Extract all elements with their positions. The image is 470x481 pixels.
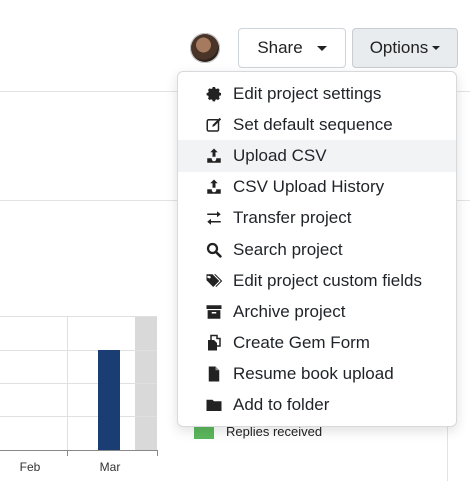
menu-item-label: Search project [233,239,343,259]
chevron-down-icon [316,45,327,51]
avatar[interactable] [190,33,220,63]
menu-item-label: Transfer project [233,208,352,228]
upload-icon [205,177,227,197]
menu-item-label: CSV Upload History [233,177,385,197]
options-button-label: Options [369,38,429,57]
menu-item-label: Add to folder [233,395,330,415]
chart-grid [0,316,157,450]
menu-item-archive-project[interactable]: Archive project [178,296,456,327]
gear-icon [205,84,227,104]
archive-icon [205,302,227,322]
x-tick-label: Feb [20,460,41,474]
menu-item-label: Edit project custom fields [233,270,422,290]
menu-item-label: Edit project settings [233,83,382,103]
menu-item-add-to-folder[interactable]: Add to folder [178,390,456,421]
copy-icon [205,333,227,353]
share-button[interactable]: Share [238,28,346,68]
menu-item-edit-project-settings[interactable]: Edit project settings [178,78,456,109]
x-tick-label: Mar [100,460,121,474]
menu-item-set-default-sequence[interactable]: Set default sequence [178,109,456,140]
options-button[interactable]: Options [352,28,458,68]
share-button-label: Share [257,38,303,57]
menu-item-label: Upload CSV [233,145,327,165]
edit-icon [205,115,227,135]
transfer-icon [205,208,227,228]
chevron-down-icon [432,46,441,50]
file-icon [205,364,227,384]
menu-item-transfer-project[interactable]: Transfer project [178,203,456,234]
menu-item-edit-project-custom-fields[interactable]: Edit project custom fields [178,265,456,296]
search-icon [205,240,227,260]
bar-mar [98,350,120,450]
tags-icon [205,271,227,291]
folder-icon [205,395,227,415]
bar-chart: Feb Mar [0,316,158,474]
menu-item-search-project[interactable]: Search project [178,234,456,265]
menu-item-create-gem-form[interactable]: Create Gem Form [178,328,456,359]
menu-item-resume-book-upload[interactable]: Resume book upload [178,359,456,390]
menu-item-label: Archive project [233,301,346,321]
menu-item-csv-upload-history[interactable]: CSV Upload History [178,172,456,203]
menu-item-label: Resume book upload [233,364,394,384]
options-dropdown-menu: Edit project settings Set default sequenc… [177,71,457,427]
menu-item-upload-csv[interactable]: Upload CSV [178,140,456,172]
menu-item-label: Set default sequence [233,114,393,134]
menu-item-label: Create Gem Form [233,333,370,353]
upload-icon [205,146,227,166]
